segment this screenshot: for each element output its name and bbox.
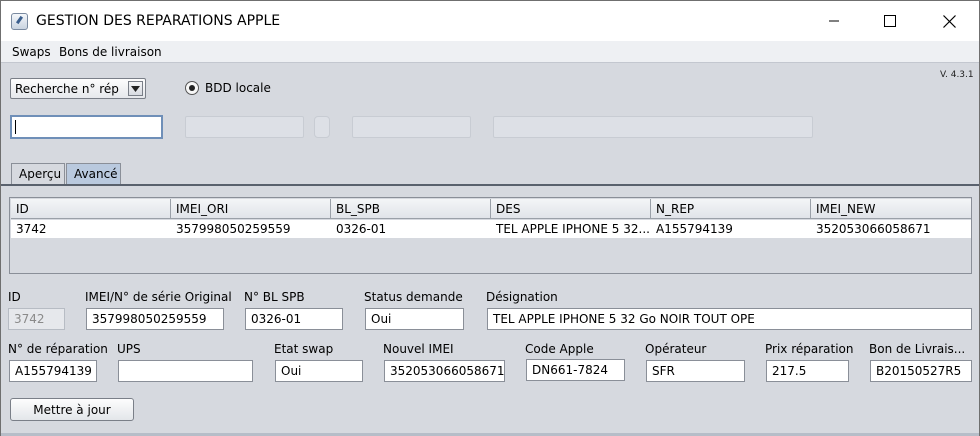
designation-label: Désignation bbox=[486, 290, 558, 304]
n-rep-field[interactable]: A155794139 bbox=[9, 360, 97, 382]
etat-swap-field[interactable]: Oui bbox=[275, 360, 363, 382]
imei-ori-field[interactable]: 357998050259559 bbox=[86, 308, 224, 330]
prix-label: Prix réparation bbox=[765, 342, 854, 356]
column-header-id[interactable]: ID bbox=[11, 199, 171, 219]
disabled-field-3 bbox=[493, 116, 813, 138]
app-icon bbox=[11, 13, 28, 30]
ups-label: UPS bbox=[117, 342, 141, 356]
bdd-locale-radio[interactable] bbox=[185, 81, 199, 95]
bl-spb-field[interactable]: 0326-01 bbox=[245, 308, 343, 330]
etat-swap-label: Etat swap bbox=[274, 342, 334, 356]
disabled-button bbox=[314, 116, 330, 138]
menu-swaps[interactable]: Swaps bbox=[12, 45, 51, 59]
id-label: ID bbox=[8, 290, 21, 304]
ups-field[interactable] bbox=[118, 360, 253, 382]
table-cell: 0326-01 bbox=[336, 222, 387, 236]
window-title: GESTION DES REPARATIONS APPLE bbox=[36, 13, 281, 29]
column-header-n-rep[interactable]: N_REP bbox=[651, 199, 811, 219]
imei-new-label: Nouvel IMEI bbox=[383, 342, 454, 356]
designation-field[interactable]: TEL APPLE IPHONE 5 32 Go NOIR TOUT OPE bbox=[487, 308, 972, 330]
column-header-bl-spb[interactable]: BL_SPB bbox=[331, 199, 491, 219]
text-caret bbox=[15, 120, 16, 134]
status-label: Status demande bbox=[364, 290, 463, 304]
close-button[interactable] bbox=[926, 1, 972, 41]
menu-bar: Swaps Bons de livraison bbox=[1, 41, 979, 63]
table-cell: A155794139 bbox=[656, 222, 733, 236]
search-mode-value: Recherche n° rép bbox=[15, 82, 119, 96]
app-window: GESTION DES REPARATIONS APPLE Swaps Bons… bbox=[0, 0, 980, 436]
table-cell: 357998050259559 bbox=[176, 222, 291, 236]
table-cell: 3742 bbox=[16, 222, 47, 236]
operateur-label: Opérateur bbox=[645, 342, 707, 356]
disabled-field-1 bbox=[185, 116, 304, 138]
imei-ori-label: IMEI/N° de série Original bbox=[85, 290, 232, 304]
table-cell: 352053066058671 bbox=[816, 222, 931, 236]
disabled-field-2 bbox=[352, 116, 471, 138]
update-button[interactable]: Mettre à jour bbox=[10, 398, 134, 421]
imei-new-field[interactable]: 352053066058671 bbox=[384, 360, 505, 382]
id-field: 3742 bbox=[8, 308, 65, 330]
minimize-button[interactable] bbox=[811, 1, 857, 41]
n-rep-label: N° de réparation bbox=[8, 342, 108, 356]
column-header-imei-new[interactable]: IMEI_NEW bbox=[811, 199, 971, 219]
search-mode-select[interactable]: Recherche n° rép bbox=[10, 78, 146, 99]
search-input[interactable] bbox=[10, 115, 163, 139]
bon-livraison-field[interactable]: B20150527R5 bbox=[870, 360, 972, 382]
prix-field[interactable]: 217.5 bbox=[766, 360, 849, 382]
table-cell: TEL APPLE IPHONE 5 32... bbox=[496, 222, 650, 236]
results-table: ID IMEI_ORI BL_SPB DES N_REP IMEI_NEW 37… bbox=[9, 197, 972, 274]
code-apple-field[interactable]: DN661-7824 bbox=[526, 359, 625, 381]
maximize-icon bbox=[884, 15, 896, 27]
tab-avance[interactable]: Avancé bbox=[66, 163, 121, 185]
table-header: ID IMEI_ORI BL_SPB DES N_REP IMEI_NEW bbox=[11, 199, 971, 219]
bl-spb-label: N° BL SPB bbox=[244, 290, 305, 304]
table-row[interactable]: 3742 357998050259559 0326-01 TEL APPLE I… bbox=[11, 220, 971, 238]
tab-apercu[interactable]: Aperçu bbox=[11, 163, 65, 185]
menu-bons-de-livraison[interactable]: Bons de livraison bbox=[59, 45, 162, 59]
close-icon bbox=[942, 14, 956, 28]
bon-livraison-label: Bon de Livrais... bbox=[869, 342, 966, 356]
column-header-imei-ori[interactable]: IMEI_ORI bbox=[171, 199, 331, 219]
bdd-locale-label: BDD locale bbox=[205, 81, 271, 95]
code-apple-label: Code Apple bbox=[525, 342, 594, 356]
status-field[interactable]: Oui bbox=[365, 308, 464, 330]
tab-separator bbox=[1, 184, 979, 186]
title-bar: GESTION DES REPARATIONS APPLE bbox=[1, 1, 979, 41]
minimize-icon bbox=[829, 20, 839, 22]
version-label: V. 4.3.1 bbox=[940, 70, 974, 80]
maximize-button[interactable] bbox=[867, 1, 913, 41]
dropdown-arrow-icon[interactable] bbox=[128, 81, 143, 96]
column-header-des[interactable]: DES bbox=[491, 199, 651, 219]
operateur-field[interactable]: SFR bbox=[646, 360, 745, 382]
